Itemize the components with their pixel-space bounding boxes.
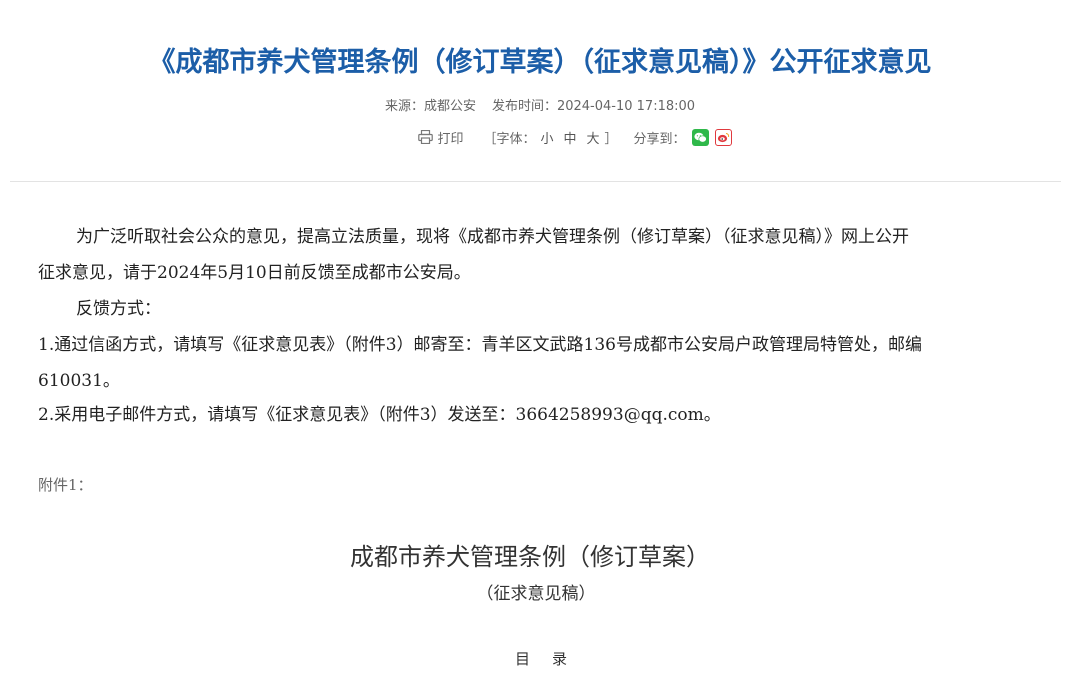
feedback-method-1: 1.通过信函方式，请填写《征求意见表》（附件3）邮寄至：青羊区文武路136号成都… [38,327,1043,399]
print-button[interactable]: 打印 [418,128,463,147]
article-page: 《成都市养犬管理条例（修订草案）（征求意见稿）》公开征求意见 来源：成都公安 发布… [0,0,1080,684]
article-title: 《成都市养犬管理条例（修订草案）（征求意见稿）》公开征求意见 [148,47,932,78]
wechat-icon[interactable] [691,128,709,146]
intro-line-2: 征求意见，请于2024年5月10日前反馈至成都市公安局。 [38,263,471,283]
document-subtitle: （征求意见稿） [476,584,596,604]
feedback-method-2: 2.采用电子邮件方式，请填写《征求意见表》（附件3）发送至：3664258993… [38,397,1043,433]
feedback-heading-text: 反馈方式： [76,299,161,319]
font-bracket-close: ］ [604,131,618,147]
share-label: 分享到： [633,131,686,147]
article-tools: 打印 ［字体： 小 中 大 ］ 分享到： [0,126,1080,148]
header-divider [10,181,1061,182]
wechat-glyph [693,132,707,143]
article-meta: 来源：成都公安 发布时间：2024-04-10 17:18:00 [0,95,1080,114]
intro-line-1: 为广泛听取社会公众的意见，提高立法质量，现将《成都市养犬管理条例（修订草案）（征… [76,227,909,247]
source-label: 来源：成都公安 [384,99,476,114]
share-group: 分享到： [634,128,732,147]
table-of-contents-heading: 目录 [514,650,589,668]
weibo-glyph [717,132,729,142]
print-label: 打印 [437,131,464,147]
document-title: 成都市养犬管理条例（修订草案） [350,543,710,571]
font-bracket-open: ［字体： [483,131,536,147]
printer-icon [418,130,434,144]
intro-paragraph: 为广泛听取社会公众的意见，提高立法质量，现将《成都市养犬管理条例（修订草案）（征… [38,219,1043,291]
method-2-text: 2.采用电子邮件方式，请填写《征求意见表》（附件3）发送至：3664258993… [38,405,721,425]
method-1-line-2: 610031。 [38,371,120,391]
font-size-selector: ［字体： 小 中 大 ］ [483,128,617,147]
weibo-icon[interactable] [714,128,732,146]
method-1-line-1: 1.通过信函方式，请填写《征求意见表》（附件3）邮寄至：青羊区文武路136号成都… [38,335,922,355]
feedback-heading: 反馈方式： [38,291,1043,327]
font-small-button[interactable]: 小 [540,128,553,147]
attachment-label: 附件1： [38,476,93,494]
font-medium-button[interactable]: 中 [563,128,576,147]
publish-time: 发布时间：2024-04-10 17:18:00 [491,99,696,114]
font-large-button[interactable]: 大 [587,128,600,147]
